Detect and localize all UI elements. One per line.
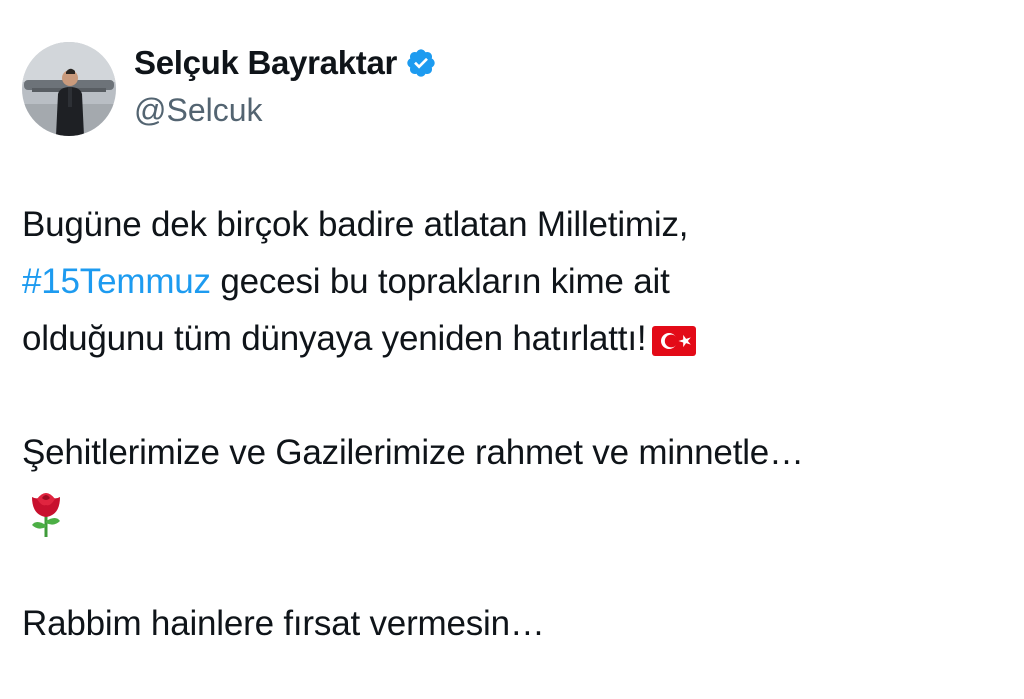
author-display-name[interactable]: Selçuk Bayraktar — [134, 44, 397, 82]
author-handle[interactable]: @Selcuk — [134, 92, 437, 129]
tweet-line-4: Şehitlerimize ve Gazilerimize rahmet ve … — [22, 433, 804, 472]
verified-badge-icon — [405, 47, 437, 79]
name-row: Selçuk Bayraktar — [134, 44, 437, 82]
tweet-line-3: olduğunu tüm dünyaya yeniden hatırlattı! — [22, 310, 1002, 367]
tweet-line-2-text: gecesi bu toprakların kime ait — [210, 262, 670, 301]
tweet-line-3-text: olduğunu tüm dünyaya yeniden hatırlattı! — [22, 319, 647, 358]
tweet-line-6: Rabbim hainlere fırsat vermesin… — [22, 604, 545, 643]
tweet-text: Bugüne dek birçok badire atlatan Milleti… — [22, 196, 1002, 652]
avatar[interactable] — [22, 42, 116, 136]
tweet-line-2: #15Temmuz gecesi bu toprakların kime ait — [22, 253, 1002, 310]
tweet-line-1: Bugüne dek birçok badire atlatan Milleti… — [22, 205, 689, 244]
tweet-line-5 — [22, 481, 1002, 538]
author-names: Selçuk Bayraktar @Selcuk — [134, 44, 437, 129]
hashtag-link[interactable]: #15Temmuz — [22, 262, 211, 301]
tweet-header: Selçuk Bayraktar @Selcuk — [22, 42, 437, 136]
tweet: Selçuk Bayraktar @Selcuk Bugüne dek birç… — [0, 0, 1024, 699]
turkey-flag-icon — [652, 325, 697, 356]
rose-icon — [22, 485, 70, 539]
